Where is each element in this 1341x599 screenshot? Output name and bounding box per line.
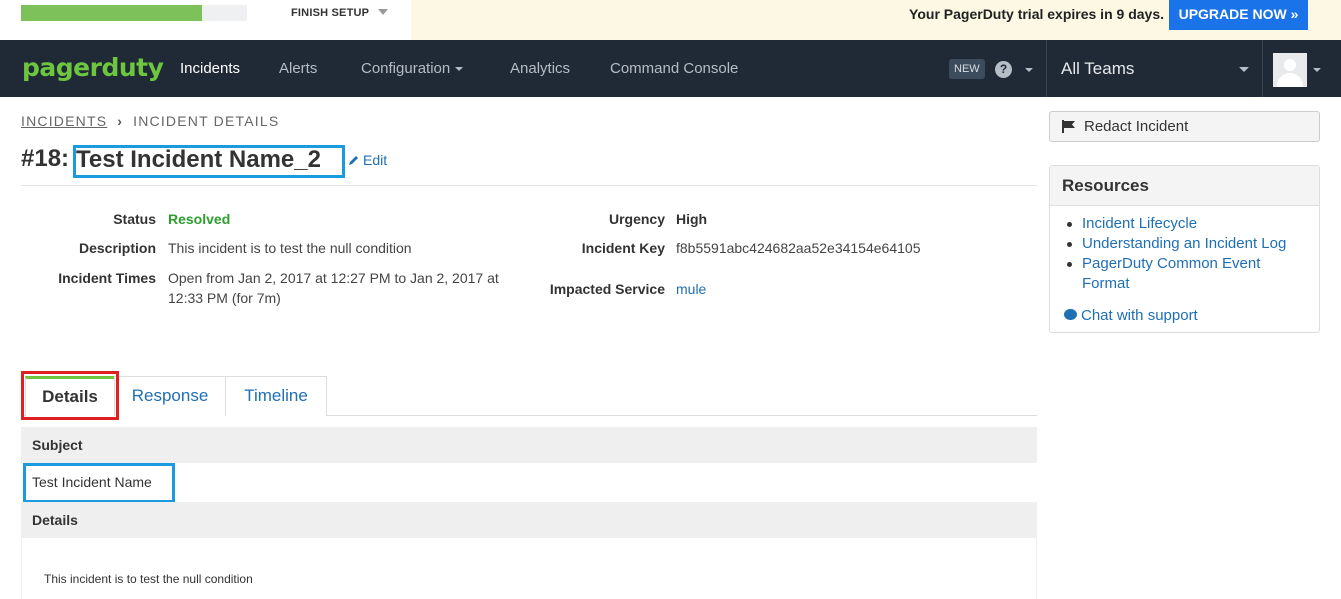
- impacted-service-link[interactable]: mule: [676, 281, 706, 297]
- details-tab-highlight-box: [21, 371, 119, 420]
- avatar: [1273, 53, 1307, 87]
- details-body: [21, 538, 1037, 599]
- setup-progress-bar: [21, 5, 247, 21]
- tab-response[interactable]: Response: [114, 376, 226, 416]
- divider: [21, 185, 1037, 186]
- link-common-event-format-line2: Format: [1082, 275, 1130, 292]
- chevron-down-icon: [1313, 68, 1321, 72]
- incident-times-line1: Open from Jan 2, 2017 at 12:27 PM to Jan…: [168, 270, 499, 286]
- details-header: Details: [21, 502, 1037, 538]
- pagerduty-logo[interactable]: pagerduty: [22, 53, 164, 82]
- nav-analytics[interactable]: Analytics: [510, 60, 570, 77]
- status-label: Status: [113, 211, 156, 227]
- chat-with-support-link[interactable]: Chat with support: [1064, 307, 1198, 324]
- upgrade-now-button[interactable]: UPGRADE NOW »: [1169, 0, 1308, 30]
- avatar-body: [1277, 73, 1303, 87]
- details-value: This incident is to test the null condit…: [44, 572, 253, 586]
- nav-command-console[interactable]: Command Console: [610, 60, 738, 77]
- resources-list: Incident Lifecycle Understanding an Inci…: [1062, 214, 1312, 294]
- incident-key-value: f8b5591abc424682aa52e34154e64105: [676, 240, 921, 256]
- edit-link[interactable]: Edit: [348, 152, 387, 168]
- subject-header: Subject: [21, 427, 1037, 463]
- subject-highlight-box: [23, 463, 175, 503]
- urgency-label: Urgency: [608, 211, 665, 227]
- breadcrumb-current: INCIDENT DETAILS: [133, 113, 280, 129]
- resources-panel: Resources Incident Lifecycle Understandi…: [1049, 165, 1320, 333]
- nav-configuration[interactable]: Configuration: [361, 60, 464, 77]
- top-nav: pagerduty Incidents Alerts Configuration…: [0, 40, 1341, 97]
- nav-configuration-label: Configuration: [361, 60, 451, 77]
- incident-times-line2: 12:33 PM (for 7m): [168, 290, 281, 306]
- impacted-service-label: Impacted Service: [549, 281, 665, 297]
- redact-incident-button[interactable]: Redact Incident: [1049, 111, 1320, 142]
- flag-icon: [1062, 120, 1075, 133]
- resources-title: Resources: [1050, 166, 1319, 206]
- description-value: This incident is to test the null condit…: [168, 240, 412, 256]
- chat-bubble-icon: [1064, 309, 1077, 320]
- tab-timeline[interactable]: Timeline: [225, 376, 327, 416]
- redact-label: Redact Incident: [1084, 118, 1189, 135]
- edit-label: Edit: [363, 152, 388, 168]
- teams-dropdown[interactable]: All Teams: [1046, 40, 1262, 97]
- setup-progress-fill: [21, 5, 202, 21]
- new-badge: NEW: [949, 59, 985, 79]
- chevron-down-icon: [455, 67, 464, 72]
- chevron-down-icon[interactable]: [378, 9, 388, 15]
- link-common-event-format-line1: PagerDuty Common Event: [1082, 255, 1261, 272]
- status-badge: Resolved: [168, 211, 231, 227]
- nav-incidents[interactable]: Incidents: [180, 60, 240, 77]
- user-menu[interactable]: [1262, 40, 1341, 97]
- breadcrumb: INCIDENTS › INCIDENT DETAILS: [21, 113, 279, 129]
- description-label: Description: [78, 240, 156, 256]
- chat-label: Chat with support: [1081, 307, 1198, 324]
- teams-label: All Teams: [1061, 59, 1135, 78]
- urgency-value: High: [676, 211, 708, 227]
- trial-message: Your PagerDuty trial expires in 9 days.: [909, 6, 1164, 22]
- chevron-down-icon[interactable]: [1025, 68, 1033, 72]
- link-incident-lifecycle[interactable]: Incident Lifecycle: [1062, 214, 1312, 234]
- incident-times-label: Incident Times: [58, 270, 156, 286]
- breadcrumb-incidents-link[interactable]: INCIDENTS: [21, 113, 107, 129]
- chevron-right-icon: ›: [117, 113, 124, 129]
- trial-banner: FINISH SETUP Your PagerDuty trial expire…: [0, 0, 1341, 40]
- chevron-down-icon: [1239, 67, 1249, 72]
- help-icon[interactable]: ?: [995, 61, 1012, 78]
- page-title: Test Incident Name_2: [76, 146, 321, 173]
- incident-number: #18:: [21, 145, 70, 172]
- nav-alerts[interactable]: Alerts: [279, 60, 317, 77]
- finish-setup-button[interactable]: FINISH SETUP: [291, 7, 369, 19]
- link-understanding-incident-log[interactable]: Understanding an Incident Log: [1062, 234, 1312, 254]
- pencil-icon: [349, 156, 358, 165]
- avatar-head: [1284, 59, 1296, 71]
- incident-key-label: Incident Key: [581, 240, 665, 256]
- link-common-event-format[interactable]: PagerDuty Common Event Format: [1062, 254, 1312, 294]
